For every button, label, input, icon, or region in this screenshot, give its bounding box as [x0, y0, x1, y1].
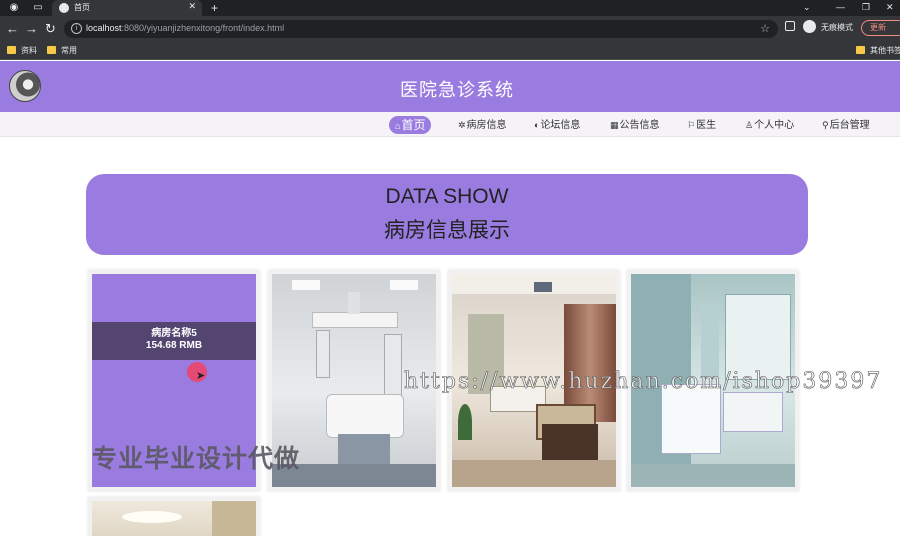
minimize-icon[interactable]: — [836, 0, 845, 14]
page: 医院急诊系统 ⌂首页 ✲病房信息 ◐论坛信息 ▦公告信息 ⚐医生 ♙个人中心 ⚲… [0, 61, 900, 536]
nav-personal-center[interactable]: ♙个人中心 [745, 116, 794, 134]
restore-icon[interactable]: ❐ [862, 0, 870, 14]
site-header: 医院急诊系统 [0, 61, 900, 112]
back-icon[interactable]: ← [6, 21, 19, 37]
bookmark-folder-2[interactable]: 常用 [47, 45, 77, 56]
user-icon: ♙ [745, 120, 754, 130]
new-tab-icon[interactable]: + [211, 0, 218, 16]
incognito-label: 无痕模式 [821, 23, 853, 32]
ward-card[interactable] [88, 497, 260, 536]
wrench-icon: ⚲ [822, 120, 829, 130]
main-nav: ⌂首页 ✲病房信息 ◐论坛信息 ▦公告信息 ⚐医生 ♙个人中心 ⚲后台管理 [0, 112, 900, 137]
folder-icon [7, 46, 16, 54]
forum-icon: ◐ [534, 120, 540, 130]
bookmark-folder-1[interactable]: 资料 [7, 45, 37, 56]
tab-favicon-icon [59, 3, 69, 13]
window-close-icon[interactable]: ✕ [886, 0, 894, 14]
ward-price: 154.68 RMB [145, 340, 203, 351]
nav-home[interactable]: ⌂首页 [389, 116, 432, 134]
browser-tab-strip: ◉ ▭ 首页 ✕ + ⌄ — ❐ ✕ [0, 0, 900, 16]
address-bar[interactable]: i localhost:8080/yiyuanjizhenxitong/fron… [64, 20, 778, 38]
browser-tab[interactable]: 首页 ✕ [52, 0, 202, 16]
tab-overview-icon[interactable]: ▭ [32, 2, 44, 14]
ward-name: 病房名称5 [151, 328, 197, 339]
url-text[interactable]: localhost:8080/yiyuanjizhenxitong/front/… [86, 23, 284, 33]
watermark-url: https://www.huzhan.com/ishop39397 [404, 369, 883, 395]
side-panel-icon[interactable] [785, 21, 795, 31]
nav-ward-info[interactable]: ✲病房信息 [458, 116, 507, 134]
ward-icon: ✲ [458, 120, 466, 130]
folder-icon [47, 46, 56, 54]
site-info-icon[interactable]: i [71, 23, 82, 34]
watermark-text: 专业毕业设计代做 [92, 445, 301, 473]
forward-icon[interactable]: → [25, 21, 38, 37]
update-button[interactable]: 更新 [861, 20, 900, 36]
notice-icon: ▦ [610, 120, 619, 130]
data-show-banner: DATA SHOW 病房信息展示 [86, 174, 808, 255]
nav-forum[interactable]: ◐论坛信息 [534, 116, 580, 134]
ward-card-image [92, 501, 256, 536]
mouse-pointer-icon: ➤ [196, 370, 206, 382]
bookmark-star-icon[interactable]: ☆ [760, 22, 770, 35]
bookmarks-bar: 资料 常用 其他书签 [0, 42, 900, 60]
banner-title-en: DATA SHOW [385, 185, 509, 208]
tab-title: 首页 [74, 3, 90, 12]
flag-icon: ⚐ [687, 120, 696, 130]
other-bookmarks[interactable]: 其他书签 [856, 45, 900, 56]
tab-close-icon[interactable]: ✕ [188, 1, 196, 12]
incognito-avatar-icon[interactable] [803, 20, 816, 33]
browser-toolbar: ← → ↻ i localhost:8080/yiyuanjizhenxiton… [0, 16, 900, 42]
banner-title-cn: 病房信息展示 [384, 219, 510, 242]
reload-icon[interactable]: ↻ [45, 21, 56, 37]
folder-icon [856, 46, 865, 54]
browser-menu-icon[interactable]: ◉ [8, 2, 20, 14]
nav-doctor[interactable]: ⚐医生 [687, 116, 716, 134]
nav-admin[interactable]: ⚲后台管理 [822, 116, 870, 134]
home-icon: ⌂ [395, 121, 401, 131]
ward-card-caption: 病房名称5 154.68 RMB [92, 322, 256, 360]
tab-search-icon[interactable]: ⌄ [803, 0, 811, 14]
site-title: 医院急诊系统 [400, 80, 514, 100]
nav-notice[interactable]: ▦公告信息 [610, 116, 660, 134]
